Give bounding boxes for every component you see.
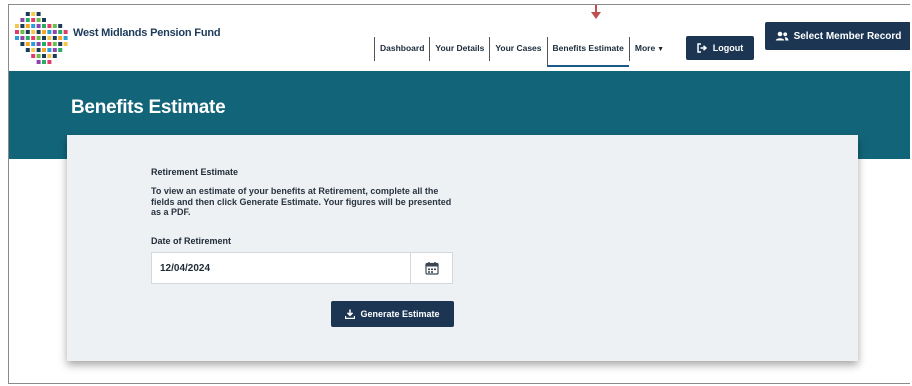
logo-dot [52, 54, 57, 58]
logo-dot [31, 48, 36, 52]
logo-dot [15, 24, 19, 28]
logo-dot [20, 18, 25, 22]
logo-dot [20, 24, 25, 28]
logo-dot [42, 60, 46, 64]
estimate-card: Retirement Estimate To view an estimate … [67, 135, 858, 361]
logo-dot [31, 36, 36, 40]
logo-dot [36, 48, 41, 52]
logo-dot [25, 36, 30, 40]
retirement-estimate-description: To view an estimate of your benefits at … [151, 186, 452, 217]
logo-dot [25, 30, 30, 34]
select-member-label: Select Member Record [793, 30, 902, 42]
logo-dot [15, 36, 19, 40]
logout-label: Logout [712, 43, 744, 53]
logo-dot [47, 60, 52, 64]
nav-more[interactable]: More ▼ [628, 37, 669, 61]
logo-dot [52, 48, 57, 52]
logo-dot [20, 30, 25, 34]
logo-dot [36, 60, 41, 64]
logo-dot [47, 36, 52, 40]
logo-dot [42, 36, 46, 40]
logo-dot [42, 48, 46, 52]
annotation-arrowhead [591, 12, 601, 19]
calendar-button[interactable] [410, 253, 452, 283]
logo-dot [58, 24, 63, 28]
logo-dot [47, 30, 52, 34]
logo-dot [63, 36, 68, 40]
logo-dot [47, 54, 52, 58]
logo-dot [58, 48, 63, 52]
logo-dot [31, 54, 36, 58]
main-nav: Dashboard Your Details Your Cases Benefi… [374, 37, 669, 67]
logo-dot [25, 12, 30, 16]
logo-dot [36, 30, 41, 34]
logo-dot [63, 42, 68, 46]
logo-dot [36, 36, 41, 40]
nav-your-details[interactable]: Your Details [429, 37, 489, 61]
logo-dot [42, 54, 46, 58]
logo-dot [25, 42, 30, 46]
logo-dot [42, 30, 46, 34]
nav-your-cases[interactable]: Your Cases [489, 37, 546, 61]
calendar-icon [424, 262, 439, 275]
date-of-retirement-value[interactable]: 12/04/2024 [152, 263, 410, 274]
logo-dot [58, 42, 63, 46]
logo-dot [25, 18, 30, 22]
logo-dot [36, 18, 41, 22]
generate-estimate-button[interactable]: Generate Estimate [331, 301, 454, 327]
logo-dot [47, 24, 52, 28]
logo-dot [25, 48, 30, 52]
date-of-retirement-label: Date of Retirement [151, 236, 232, 246]
logo-dot [31, 18, 36, 22]
caret-down-icon: ▼ [657, 46, 665, 53]
logo-dot [31, 30, 36, 34]
logo-dot [36, 12, 41, 16]
brand-name[interactable]: West Midlands Pension Fund [73, 27, 221, 39]
select-member-record-button[interactable]: Select Member Record [765, 22, 910, 50]
logout-button[interactable]: Logout [686, 36, 754, 60]
logo-dot [31, 42, 36, 46]
brand-logo[interactable] [13, 9, 71, 69]
top-header: West Midlands Pension Fund Dashboard You… [9, 5, 910, 71]
logo-dot [58, 36, 63, 40]
nav-more-label: More [634, 43, 656, 53]
logo-dot [36, 42, 41, 46]
logo-dot [15, 30, 19, 34]
retirement-estimate-heading: Retirement Estimate [151, 167, 239, 177]
nav-benefits-estimate[interactable]: Benefits Estimate [546, 37, 629, 67]
logo-dot [47, 42, 52, 46]
logo-dot [31, 24, 36, 28]
date-of-retirement-field[interactable]: 12/04/2024 [151, 252, 453, 284]
nav-dashboard[interactable]: Dashboard [374, 37, 429, 61]
sign-out-icon [697, 43, 707, 53]
download-icon [345, 309, 356, 319]
logo-dot [52, 30, 57, 34]
app-window: West Midlands Pension Fund Dashboard You… [8, 4, 910, 384]
logo-dot [42, 42, 46, 46]
logo-dot [47, 48, 52, 52]
logo-dot [52, 24, 57, 28]
logo-dot [36, 24, 41, 28]
logo-dot [25, 24, 30, 28]
users-icon [775, 31, 789, 41]
logo-dot [52, 42, 57, 46]
page-title: Benefits Estimate [71, 97, 226, 118]
logo-dot [52, 36, 57, 40]
logo-dot [58, 30, 63, 34]
logo-dot [42, 18, 46, 22]
logo-dot [63, 30, 68, 34]
logo-dot [20, 36, 25, 40]
logo-dot [31, 12, 36, 16]
logo-dot [36, 54, 41, 58]
logo-dot [20, 42, 25, 46]
generate-estimate-label: Generate Estimate [360, 309, 440, 319]
logo-dot [42, 24, 46, 28]
